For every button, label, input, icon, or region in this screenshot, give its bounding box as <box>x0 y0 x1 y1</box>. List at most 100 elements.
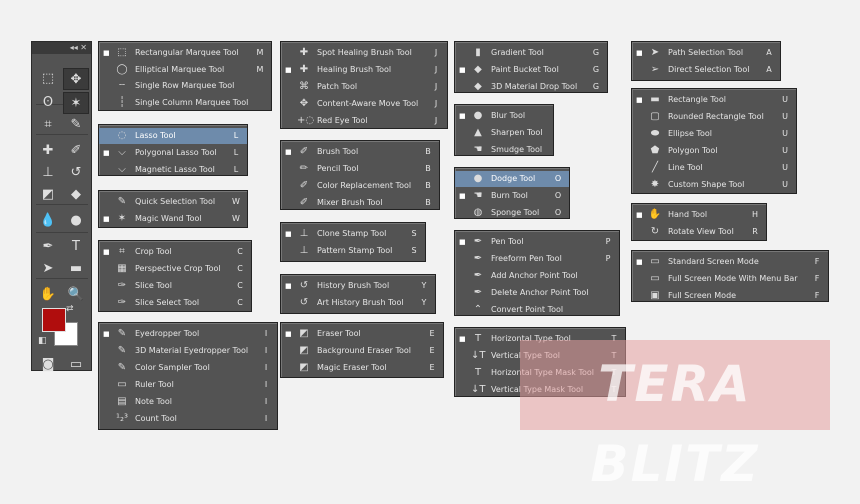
menu-item-delete-anchor-point-tool[interactable]: ✒ Delete Anchor Point Tool <box>455 285 619 301</box>
pen-tool-button[interactable]: ✒ <box>35 236 61 258</box>
menu-item-freeform-pen-tool[interactable]: ✒ Freeform Pen Tool P <box>455 251 619 267</box>
menu-item-red-eye-tool[interactable]: +◌ Red Eye Tool J <box>281 113 447 129</box>
tool-row: ◩ ◆ <box>35 184 91 206</box>
menu-item-3d-material-drop-tool[interactable]: ◆ 3D Material Drop Tool G <box>455 79 607 95</box>
menu-item-perspective-crop-tool[interactable]: ▦ Perspective Crop Tool C <box>99 261 251 277</box>
menu-item-rounded-rectangle-tool[interactable]: ▢ Rounded Rectangle Tool U <box>632 109 796 125</box>
menu-item-magic-wand-tool[interactable]: ■ ✶ Magic Wand Tool W <box>99 211 247 227</box>
menu-item-color-replacement-tool[interactable]: ✐ Color Replacement Tool B <box>281 178 439 194</box>
menu-item-label: Direct Selection Tool <box>668 65 750 74</box>
full-screen-icon: ▣ <box>650 290 660 301</box>
blur-tool-flyout-menu: ■ ● Blur Tool ▲ Sharpen Tool ☚ Smudge Tool <box>454 104 554 156</box>
type-tool-button[interactable]: T <box>63 236 89 258</box>
menu-item-history-brush-tool[interactable]: ■ ↺ History Brush Tool Y <box>281 278 435 294</box>
menu-item-smudge-tool[interactable]: ☚ Smudge Tool <box>455 142 553 158</box>
menu-item-content-aware-move-tool[interactable]: ✥ Content-Aware Move Tool J <box>281 96 447 112</box>
menu-item-eyedropper-tool[interactable]: ■ ✎ Eyedropper Tool I <box>99 326 277 342</box>
menu-item-standard-screen-mode[interactable]: ■ ▭ Standard Screen Mode F <box>632 254 828 270</box>
rectangle-shape-tool-button[interactable]: ▬ <box>63 258 89 280</box>
blur-tool-button[interactable]: 💧 <box>35 210 61 232</box>
menu-item-custom-shape-tool[interactable]: ✸ Custom Shape Tool U <box>632 177 796 193</box>
menu-item-label: Path Selection Tool <box>668 48 744 57</box>
menu-item-single-row-marquee-tool[interactable]: ┄ Single Row Marquee Tool <box>99 78 271 94</box>
menu-item-blur-tool[interactable]: ■ ● Blur Tool <box>455 108 553 124</box>
crop-tool-button[interactable]: ⌗ <box>35 114 61 136</box>
menu-item-healing-brush-tool[interactable]: ■ ✚ Healing Brush Tool J <box>281 62 447 78</box>
menu-item-lasso-tool[interactable]: ◌ Lasso Tool L <box>99 128 247 144</box>
menu-item-burn-tool[interactable]: ■ ☚ Burn Tool O <box>455 188 569 204</box>
menu-item-polygon-tool[interactable]: ⬟ Polygon Tool U <box>632 143 796 159</box>
menu-item-color-sampler-tool[interactable]: ✎ Color Sampler Tool I <box>99 360 277 376</box>
menu-item-add-anchor-point-tool[interactable]: ✒ Add Anchor Point Tool <box>455 268 619 284</box>
menu-item-3d-material-eyedropper-tool[interactable]: ✎ 3D Material Eyedropper Tool I <box>99 343 277 359</box>
magic-wand-tool-button[interactable]: ✶ <box>63 92 89 114</box>
menu-item-full-screen-mode[interactable]: ▣ Full Screen Mode F <box>632 288 828 304</box>
brush-tool-button[interactable]: ✐ <box>63 140 89 162</box>
menu-item-path-selection-tool[interactable]: ■ ➤ Path Selection Tool A <box>632 45 780 61</box>
menu-item-slice-tool[interactable]: ✑ Slice Tool C <box>99 278 251 294</box>
screen-mode-tool-button[interactable]: ▭ <box>63 354 89 376</box>
eraser-tool-button[interactable]: ◩ <box>35 184 61 206</box>
menu-item-mixer-brush-tool[interactable]: ✐ Mixer Brush Tool B <box>281 195 439 211</box>
foreground-color-swatch[interactable] <box>42 308 66 332</box>
menu-item-pencil-tool[interactable]: ✏ Pencil Tool B <box>281 161 439 177</box>
path-selection-tool-button[interactable]: ➤ <box>35 258 61 280</box>
menu-item-crop-tool[interactable]: ■ ⌗ Crop Tool C <box>99 244 251 260</box>
menu-item-polygonal-lasso-tool[interactable]: ■ ⌵ Polygonal Lasso Tool L <box>99 145 247 161</box>
menu-item-magnetic-lasso-tool[interactable]: ⌵ Magnetic Lasso Tool L <box>99 162 247 178</box>
color-sampler-icon: ✎ <box>117 362 127 373</box>
pathsel-tool-flyout-menu: ■ ➤ Path Selection Tool A ➢ Direct Selection … <box>631 41 781 81</box>
menu-item-gradient-tool[interactable]: ▮ Gradient Tool G <box>455 45 607 61</box>
menu-item-pen-tool[interactable]: ■ ✒ Pen Tool P <box>455 234 619 250</box>
move-tool-button[interactable]: ✥ <box>63 68 89 90</box>
lasso-tool-button[interactable]: ʘ <box>35 92 61 114</box>
menu-item-direct-selection-tool[interactable]: ➢ Direct Selection Tool A <box>632 62 780 78</box>
menu-item-rotate-view-tool[interactable]: ↻ Rotate View Tool R <box>632 224 766 240</box>
menu-item-note-tool[interactable]: ▤ Note Tool I <box>99 394 277 410</box>
menu-item-elliptical-marquee-tool[interactable]: ◯ Elliptical Marquee Tool M <box>99 62 271 78</box>
polygon-icon: ⬟ <box>650 145 660 156</box>
menu-item-pattern-stamp-tool[interactable]: ⊥ Pattern Stamp Tool S <box>281 243 425 259</box>
menu-item-art-history-brush-tool[interactable]: ↺ Art History Brush Tool Y <box>281 295 435 311</box>
menu-item-magic-eraser-tool[interactable]: ◩ Magic Eraser Tool E <box>281 360 443 376</box>
clone-stamp-tool-button[interactable]: ⊥ <box>35 162 61 184</box>
menu-item-clone-stamp-tool[interactable]: ■ ⊥ Clone Stamp Tool S <box>281 226 425 242</box>
menu-item-hand-tool[interactable]: ■ ✋ Hand Tool H <box>632 207 766 223</box>
shortcut-key: S <box>411 229 417 238</box>
menu-item-spot-healing-brush-tool[interactable]: ✚ Spot Healing Brush Tool J <box>281 45 447 61</box>
default-colors-icon[interactable]: ◧ <box>38 336 47 346</box>
menu-item-dodge-tool[interactable]: ● Dodge Tool O <box>455 171 569 187</box>
menu-item-rectangle-tool[interactable]: ■ ▬ Rectangle Tool U <box>632 92 796 108</box>
menu-item-sponge-tool[interactable]: ◍ Sponge Tool O <box>455 205 569 221</box>
menu-item-patch-tool[interactable]: ⌘ Patch Tool J <box>281 79 447 95</box>
menu-item-quick-selection-tool[interactable]: ✎ Quick Selection Tool W <box>99 194 247 210</box>
dodge-tool-button[interactable]: ● <box>63 210 89 232</box>
menu-item-label: Pen Tool <box>491 237 524 246</box>
menu-item-slice-select-tool[interactable]: ✑ Slice Select Tool C <box>99 295 251 311</box>
panel-header[interactable]: ◂◂ ✕ <box>32 42 91 54</box>
tool-row: 💧 ● <box>35 210 91 232</box>
menu-item-sharpen-tool[interactable]: ▲ Sharpen Tool <box>455 125 553 141</box>
shortcut-key: F <box>814 274 820 283</box>
menu-item-ruler-tool[interactable]: ▭ Ruler Tool I <box>99 377 277 393</box>
menu-item-ellipse-tool[interactable]: ⬬ Ellipse Tool U <box>632 126 796 142</box>
rect-marquee-tool-button[interactable]: ⬚ <box>35 68 61 90</box>
menu-item-convert-point-tool[interactable]: ⌃ Convert Point Tool <box>455 302 619 318</box>
menu-item-paint-bucket-tool[interactable]: ■ ◆ Paint Bucket Tool G <box>455 62 607 78</box>
menu-item-brush-tool[interactable]: ■ ✐ Brush Tool B <box>281 144 439 160</box>
swap-colors-icon[interactable]: ⇄ <box>66 304 74 314</box>
menu-item-line-tool[interactable]: ╱ Line Tool U <box>632 160 796 176</box>
menu-item-eraser-tool[interactable]: ■ ◩ Eraser Tool E <box>281 326 443 342</box>
menu-item-single-column-marquee-tool[interactable]: ┆ Single Column Marquee Tool <box>99 95 271 111</box>
zoom-tool-button[interactable]: 🔍 <box>63 284 89 306</box>
quick-mask-tool-button[interactable]: ◙ <box>35 354 61 376</box>
menu-item-rectangular-marquee-tool[interactable]: ■ ⬚ Rectangular Marquee Tool M <box>99 45 271 61</box>
menu-item-full-screen-mode-with-menu-bar[interactable]: ▭ Full Screen Mode With Menu Bar F <box>632 271 828 287</box>
history-brush-tool-button[interactable]: ↺ <box>63 162 89 184</box>
healing-brush-tool-button[interactable]: ✚ <box>35 140 61 162</box>
menu-item-background-eraser-tool[interactable]: ◩ Background Eraser Tool E <box>281 343 443 359</box>
eyedropper-tool-button[interactable]: ✎ <box>63 114 89 136</box>
menu-item-count-tool[interactable]: ¹₂³ Count Tool I <box>99 411 277 427</box>
hand-tool-button[interactable]: ✋ <box>35 284 61 306</box>
paint-bucket-tool-button[interactable]: ◆ <box>63 184 89 206</box>
